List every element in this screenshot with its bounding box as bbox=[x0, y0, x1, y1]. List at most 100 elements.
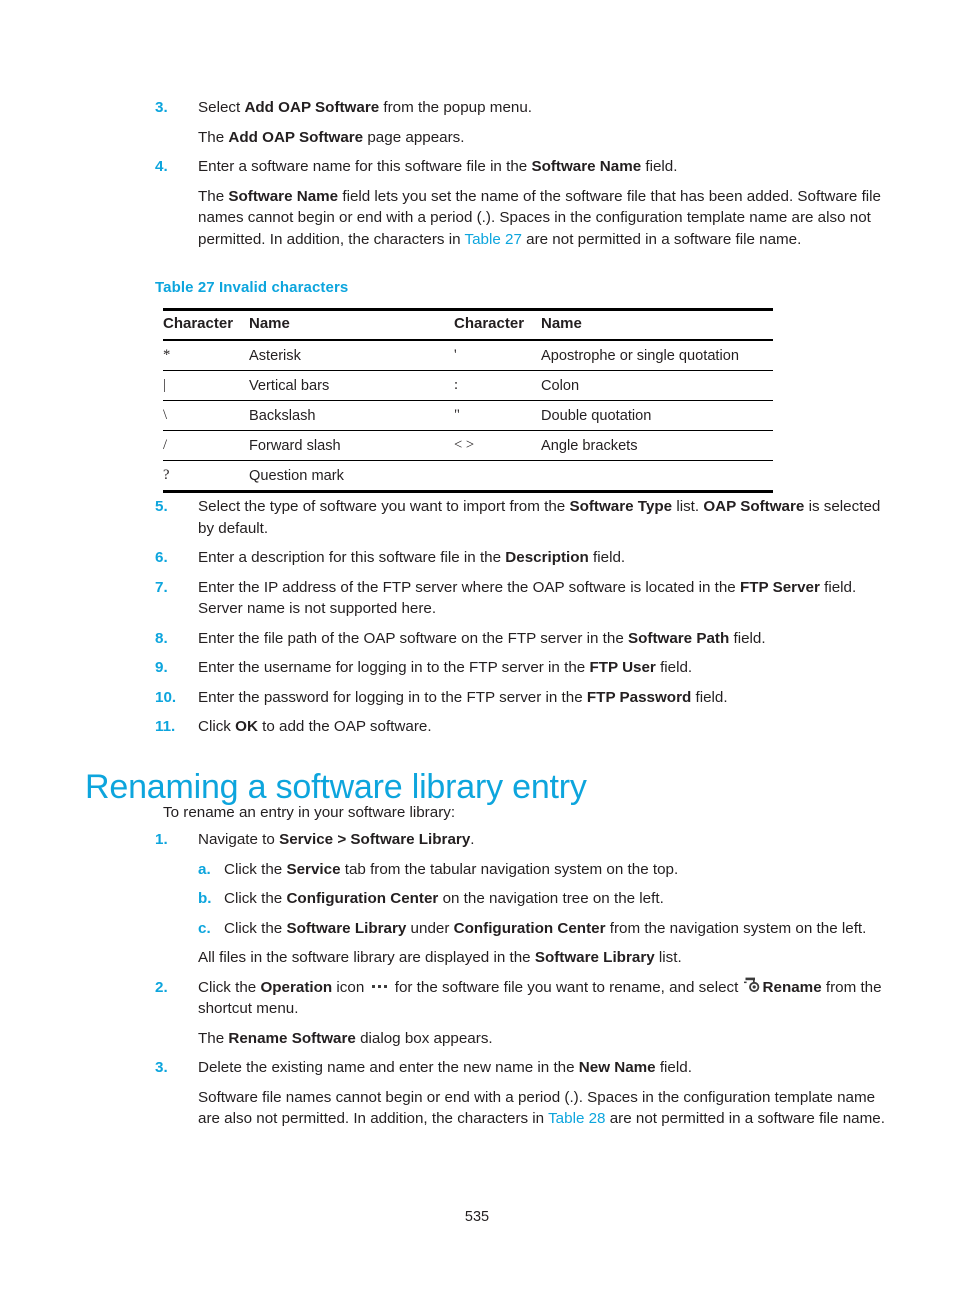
step-text: Navigate to Service > Software Library. bbox=[198, 829, 895, 851]
numbered-step: 8.Enter the file path of the OAP softwar… bbox=[155, 628, 895, 650]
body-text: are not permitted in a software file nam… bbox=[606, 1110, 885, 1127]
step-number: 3. bbox=[155, 97, 198, 119]
body-text: Click bbox=[198, 718, 235, 735]
step-number: 10. bbox=[155, 687, 198, 709]
ellipsis-icon[interactable] bbox=[369, 976, 391, 998]
table-cross-reference[interactable]: Table 27 bbox=[465, 231, 522, 248]
body-text: field. bbox=[729, 630, 765, 647]
body-text: Select bbox=[198, 99, 244, 116]
step-text: Click OK to add the OAP software. bbox=[198, 716, 895, 738]
cell-character-1: | bbox=[163, 371, 249, 401]
step-number: 7. bbox=[155, 577, 198, 599]
emphasis-text: Software Library bbox=[535, 949, 655, 966]
document-page: 3.Select Add OAP Software from the popup… bbox=[0, 0, 954, 1296]
step-text: Select the type of software you want to … bbox=[198, 496, 895, 539]
lettered-substep: b.Click the Configuration Center on the … bbox=[198, 888, 895, 910]
cell-character-1: * bbox=[163, 340, 249, 371]
step-number: 2. bbox=[155, 977, 198, 999]
body-text: for the software file you want to rename… bbox=[391, 979, 743, 996]
table-row: \Backslash"Double quotation bbox=[163, 401, 773, 431]
step-number: 9. bbox=[155, 657, 198, 679]
step-text: Click the Operation icon for the softwar… bbox=[198, 977, 895, 1020]
emphasis-text: Software Name bbox=[228, 188, 338, 205]
emphasis-text: Software Library bbox=[286, 920, 406, 937]
header-character-1: Character bbox=[163, 310, 249, 341]
body-text: to add the OAP software. bbox=[258, 718, 432, 735]
emphasis-text: Software Name bbox=[531, 158, 641, 175]
body-text: dialog box appears. bbox=[356, 1030, 493, 1047]
emphasis-text: New Name bbox=[579, 1059, 656, 1076]
body-text: tab from the tabular navigation system o… bbox=[341, 861, 679, 878]
substep-text: Click the Configuration Center on the na… bbox=[224, 888, 895, 910]
emphasis-text: Add OAP Software bbox=[228, 129, 363, 146]
rename-icon[interactable] bbox=[744, 977, 761, 993]
step-text: Enter the username for logging in to the… bbox=[198, 657, 895, 679]
substep-letter: b. bbox=[198, 888, 224, 910]
cell-character-2 bbox=[454, 461, 541, 492]
body-text: Enter a description for this software fi… bbox=[198, 549, 505, 566]
table-cross-reference[interactable]: Table 28 bbox=[548, 1110, 605, 1127]
step-continuation-text: All files in the software library are di… bbox=[198, 947, 895, 969]
emphasis-text: Add OAP Software bbox=[244, 99, 379, 116]
numbered-step: 3.Delete the existing name and enter the… bbox=[155, 1057, 895, 1079]
body-text: list. bbox=[655, 949, 682, 966]
table-header-row: Character Name Character Name bbox=[163, 310, 773, 341]
body-text: All files in the software library are di… bbox=[198, 949, 535, 966]
body-text: page appears. bbox=[363, 129, 464, 146]
cell-name-1: Vertical bars bbox=[249, 371, 454, 401]
emphasis-text: Operation bbox=[260, 979, 332, 996]
emphasis-text: OAP Software bbox=[703, 498, 804, 515]
body-text: field. bbox=[641, 158, 677, 175]
body-text: from the popup menu. bbox=[379, 99, 532, 116]
steps-block-mid: 5.Select the type of software you want t… bbox=[155, 496, 895, 746]
body-text: Enter the file path of the OAP software … bbox=[198, 630, 628, 647]
numbered-step: 11.Click OK to add the OAP software. bbox=[155, 716, 895, 738]
emphasis-text: FTP User bbox=[589, 659, 655, 676]
table-row: *Asterisk'Apostrophe or single quotation bbox=[163, 340, 773, 371]
cell-character-2: ' bbox=[454, 340, 541, 371]
step-continuation-text: The Rename Software dialog box appears. bbox=[198, 1028, 895, 1050]
emphasis-text: Description bbox=[505, 549, 589, 566]
emphasis-text: Service > Software Library bbox=[279, 831, 470, 848]
body-text: Enter a software name for this software … bbox=[198, 158, 531, 175]
lettered-substep: c.Click the Software Library under Confi… bbox=[198, 918, 895, 940]
cell-name-2: Angle brackets bbox=[541, 431, 773, 461]
step-text: Enter the IP address of the FTP server w… bbox=[198, 577, 895, 620]
body-text: field. bbox=[656, 659, 692, 676]
numbered-step: 10.Enter the password for logging in to … bbox=[155, 687, 895, 709]
numbered-step: 9.Enter the username for logging in to t… bbox=[155, 657, 895, 679]
step-number: 4. bbox=[155, 156, 198, 178]
numbered-step: 7.Enter the IP address of the FTP server… bbox=[155, 577, 895, 620]
numbered-step: 4.Enter a software name for this softwar… bbox=[155, 156, 895, 178]
body-text: . bbox=[470, 831, 474, 848]
body-text: Click the bbox=[224, 920, 286, 937]
step-text: Enter a software name for this software … bbox=[198, 156, 895, 178]
page-number: 535 bbox=[0, 1209, 954, 1225]
step-number: 1. bbox=[155, 829, 198, 851]
step-number: 5. bbox=[155, 496, 198, 518]
body-text: field. bbox=[691, 689, 727, 706]
table-row: ?Question mark bbox=[163, 461, 773, 492]
step-text: Enter a description for this software fi… bbox=[198, 547, 895, 569]
emphasis-text: Software Type bbox=[569, 498, 672, 515]
substep-text: Click the Service tab from the tabular n… bbox=[224, 859, 895, 881]
body-text: Enter the IP address of the FTP server w… bbox=[198, 579, 740, 596]
step-number: 11. bbox=[155, 716, 198, 738]
cell-name-1: Backslash bbox=[249, 401, 454, 431]
table-caption: Table 27 Invalid characters bbox=[155, 279, 348, 296]
step-text: Select Add OAP Software from the popup m… bbox=[198, 97, 895, 119]
cell-character-1: / bbox=[163, 431, 249, 461]
step-continuation-text: The Add OAP Software page appears. bbox=[198, 127, 895, 149]
cell-character-1: \ bbox=[163, 401, 249, 431]
cell-name-2: Colon bbox=[541, 371, 773, 401]
step-text: Enter the file path of the OAP software … bbox=[198, 628, 895, 650]
table-head: Character Name Character Name bbox=[163, 310, 773, 341]
emphasis-text: Service bbox=[286, 861, 340, 878]
body-text: Click the bbox=[224, 890, 286, 907]
body-text: Navigate to bbox=[198, 831, 279, 848]
body-text: list. bbox=[672, 498, 703, 515]
cell-name-1: Forward slash bbox=[249, 431, 454, 461]
body-text: Enter the username for logging in to the… bbox=[198, 659, 589, 676]
body-text: Click the bbox=[198, 979, 260, 996]
invalid-characters-table: Character Name Character Name *Asterisk'… bbox=[163, 308, 773, 493]
